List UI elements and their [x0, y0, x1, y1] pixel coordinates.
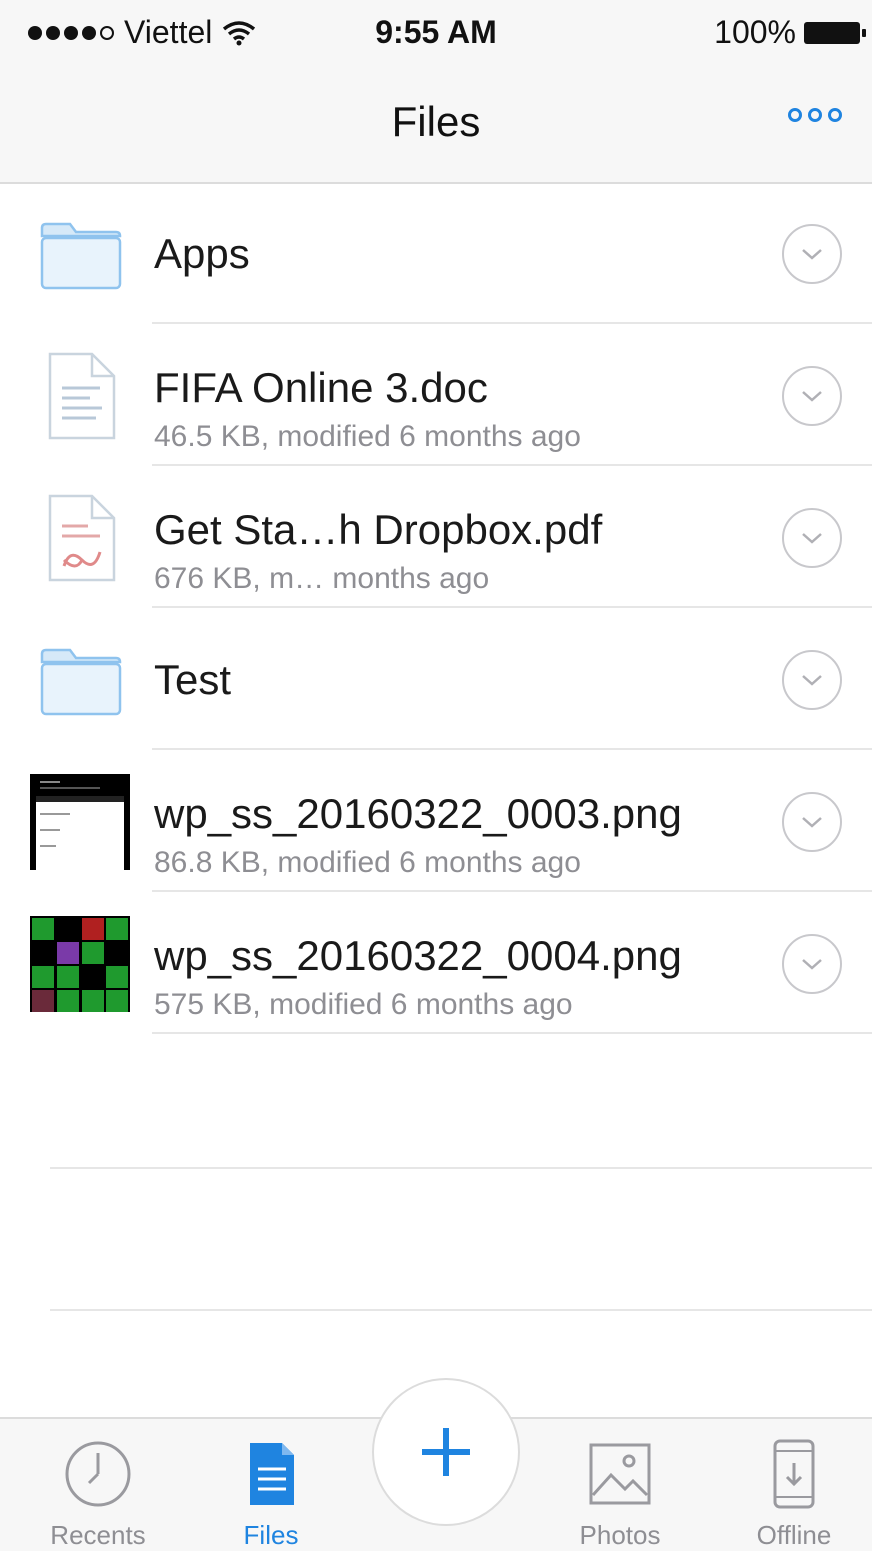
chevron-down-icon[interactable] — [782, 650, 842, 710]
list-item[interactable]: Test — [0, 608, 872, 750]
status-bar: Viettel 9:55 AM 100% — [0, 0, 872, 70]
page-title: Files — [391, 98, 481, 145]
list-item[interactable]: wp_ss_20160322_0003.png 86.8 KB, modifie… — [0, 750, 872, 892]
battery-percent: 100% — [714, 14, 796, 50]
divider — [152, 1032, 872, 1034]
nav-bar: Files — [0, 70, 872, 184]
tab-label: Photos — [579, 1520, 661, 1550]
chevron-down-icon[interactable] — [782, 934, 842, 994]
plus-icon — [422, 1428, 470, 1476]
list-item[interactable]: wp_ss_20160322_0004.png 575 KB, modified… — [0, 892, 872, 1034]
file-name: Apps — [154, 230, 250, 277]
image-thumbnail — [30, 774, 130, 870]
file-name: Get Sta…h Dropbox.pdf — [154, 506, 603, 553]
tab-offline[interactable]: Offline — [734, 1439, 854, 1551]
offline-icon — [773, 1439, 815, 1509]
file-meta: 46.5 KB, modified 6 months ago — [154, 420, 581, 453]
folder-icon — [40, 648, 122, 716]
file-list: Apps FIFA Online 3.doc 46.5 KB, modified… — [0, 182, 872, 1034]
chevron-down-icon[interactable] — [782, 224, 842, 284]
list-item[interactable]: Get Sta…h Dropbox.pdf 676 KB, m… months … — [0, 466, 872, 608]
chevron-down-icon[interactable] — [782, 366, 842, 426]
divider — [50, 1309, 872, 1311]
more-dots-icon[interactable] — [788, 108, 842, 122]
document-icon — [48, 352, 116, 440]
clock-icon — [65, 1441, 131, 1507]
divider — [50, 1167, 872, 1169]
file-name: FIFA Online 3.doc — [154, 364, 488, 411]
list-item[interactable]: FIFA Online 3.doc 46.5 KB, modified 6 mo… — [0, 324, 872, 466]
chevron-down-icon[interactable] — [782, 508, 842, 568]
tab-recents[interactable]: Recents — [38, 1439, 158, 1551]
file-name: wp_ss_20160322_0004.png — [154, 932, 682, 979]
battery-icon — [804, 21, 866, 44]
photos-icon — [589, 1443, 651, 1505]
file-name: wp_ss_20160322_0003.png — [154, 790, 682, 837]
tab-label: Recents — [50, 1520, 146, 1550]
file-meta: 86.8 KB, modified 6 months ago — [154, 846, 581, 879]
tab-photos[interactable]: Photos — [560, 1439, 680, 1551]
file-meta: 575 KB, modified 6 months ago — [154, 988, 573, 1021]
files-icon — [250, 1443, 294, 1505]
tab-files[interactable]: Files — [211, 1439, 331, 1551]
file-meta: 676 KB, m… months ago — [154, 562, 490, 595]
status-right: 100% — [714, 14, 866, 51]
list-item[interactable]: Apps — [0, 182, 872, 324]
folder-icon — [40, 222, 122, 290]
pdf-icon — [48, 494, 116, 582]
add-button[interactable] — [372, 1378, 520, 1526]
chevron-down-icon[interactable] — [782, 792, 842, 852]
tab-label: Files — [243, 1520, 299, 1550]
file-name: Test — [154, 656, 232, 703]
tab-label: Offline — [756, 1520, 832, 1550]
image-thumbnail — [30, 916, 130, 1012]
